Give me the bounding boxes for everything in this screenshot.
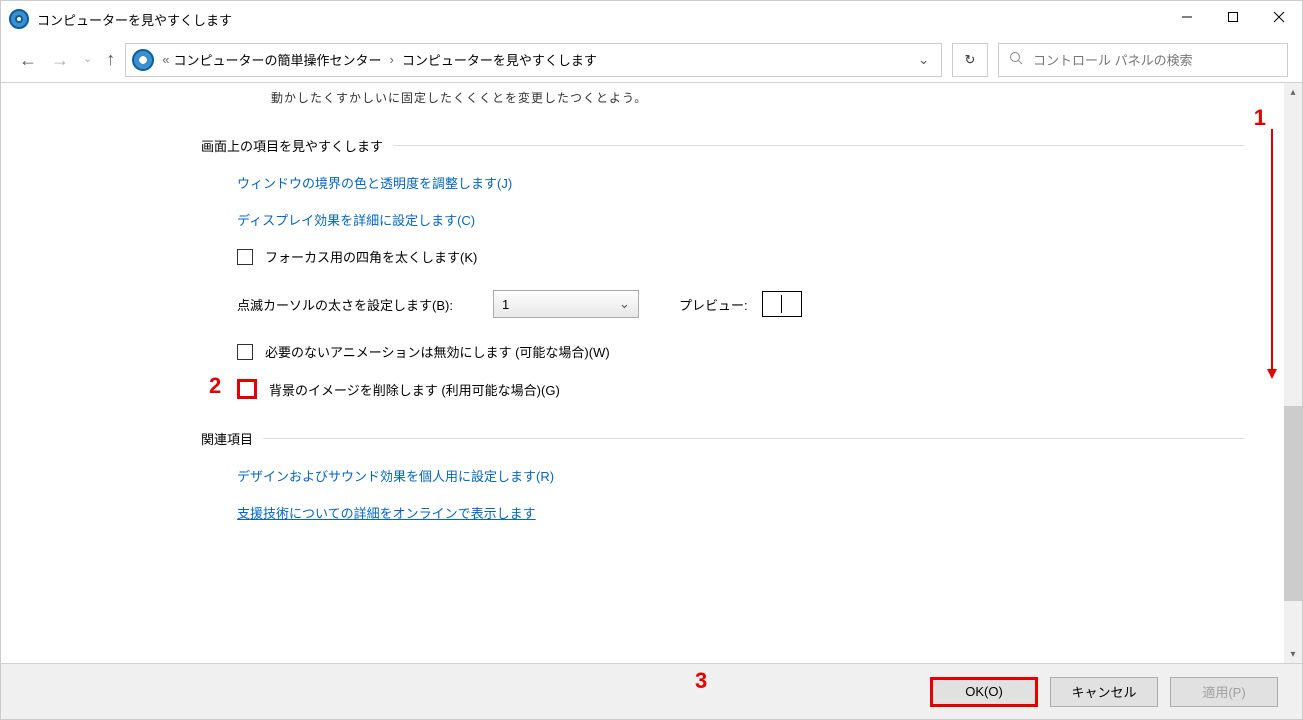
section-divider <box>393 145 1244 146</box>
section-title: 画面上の項目を見やすくします <box>201 136 383 155</box>
search-icon <box>1009 51 1023 68</box>
chevron-right-icon: › <box>389 52 393 67</box>
row-cursor-thickness: 点滅カーソルの太さを設定します(B): 1 ⌄ プレビュー: <box>237 290 1244 318</box>
checkbox-disable-animations[interactable] <box>237 344 253 360</box>
scroll-up-button[interactable]: ▴ <box>1284 83 1302 101</box>
section-body: ウィンドウの境界の色と透明度を調整します(J) ディスプレイ効果を詳細に設定しま… <box>201 173 1244 399</box>
annotation-3: 3 <box>695 668 707 694</box>
link-window-border[interactable]: ウィンドウの境界の色と透明度を調整します(J) <box>237 173 1244 192</box>
footer: 3 OK(O) キャンセル 適用(P) <box>1 663 1302 719</box>
search-input[interactable]: コントロール パネルの検索 <box>998 43 1288 77</box>
label-preview: プレビュー: <box>679 295 748 314</box>
breadcrumb-seg-1[interactable]: コンピューターの簡単操作センター <box>173 50 381 69</box>
section-body-related: デザインおよびサウンド効果を個人用に設定します(R) 支援技術についての詳細をオ… <box>201 466 1244 522</box>
scroll-down-button[interactable]: ▾ <box>1284 645 1302 663</box>
toolbar: ← → ⌄ ↑ « コンピューターの簡単操作センター › コンピューターを見やす… <box>1 37 1302 83</box>
link-assistive-tech[interactable]: 支援技術についての詳細をオンラインで表示します <box>237 503 1244 522</box>
checkbox-focus-rect[interactable] <box>237 249 253 265</box>
up-button[interactable]: ↑ <box>106 49 115 70</box>
breadcrumb-prefix: « <box>162 52 169 67</box>
content-area: 動かしたくすかしいに固定したくくくとを変更したつくとよう。 画面上の項目を見やす… <box>1 83 1302 663</box>
content: 動かしたくすかしいに固定したくくくとを変更したつくとよう。 画面上の項目を見やす… <box>1 83 1284 663</box>
maximize-button[interactable] <box>1210 1 1256 33</box>
label-disable-animations: 必要のないアニメーションは無効にします (可能な場合)(W) <box>265 342 610 361</box>
section-related: 関連項目 デザインおよびサウンド効果を個人用に設定します(R) 支援技術について… <box>201 429 1244 522</box>
label-focus-rect: フォーカス用の四角を太くします(K) <box>265 247 477 266</box>
ok-button-label: OK(O) <box>965 684 1003 699</box>
breadcrumb[interactable]: « コンピューターの簡単操作センター › コンピューターを見やすくします ⌄ <box>125 43 942 77</box>
annotation-arrow-1 <box>1267 129 1277 379</box>
breadcrumb-seg-2[interactable]: コンピューターを見やすくします <box>402 50 597 69</box>
chevron-down-icon: ⌄ <box>619 296 630 312</box>
window-root: コンピューターを見やすくします ← → ⌄ ↑ « コンピューターの簡単操作セン… <box>0 0 1303 720</box>
nav-arrows: ← → ⌄ ↑ <box>19 49 115 70</box>
recent-dropdown-icon[interactable]: ⌄ <box>83 54 92 65</box>
breadcrumb-icon <box>132 49 154 71</box>
row-disable-animations: 必要のないアニメーションは無効にします (可能な場合)(W) <box>237 342 1244 361</box>
ok-button[interactable]: OK(O) <box>930 677 1038 707</box>
cancel-button[interactable]: キャンセル <box>1050 677 1158 707</box>
partial-text-top: 動かしたくすかしいに固定したくくくとを変更したつくとよう。 <box>271 89 1244 106</box>
row-remove-bg: 2 背景のイメージを削除します (利用可能な場合)(G) <box>237 379 1244 399</box>
app-icon <box>9 9 29 29</box>
cancel-button-label: キャンセル <box>1071 682 1136 701</box>
link-display-effects[interactable]: ディスプレイ効果を詳細に設定します(C) <box>237 210 1244 229</box>
window-title: コンピューターを見やすくします <box>37 10 1164 29</box>
forward-button[interactable]: → <box>51 51 69 69</box>
row-focus-rect: フォーカス用の四角を太くします(K) <box>237 247 1244 266</box>
section-display-items: 画面上の項目を見やすくします ウィンドウの境界の色と透明度を調整します(J) デ… <box>201 136 1244 399</box>
close-button[interactable] <box>1256 1 1302 33</box>
apply-button[interactable]: 適用(P) <box>1170 677 1278 707</box>
window-controls <box>1164 1 1302 37</box>
vertical-scrollbar[interactable]: ▴ ▾ <box>1284 83 1302 663</box>
checkbox-remove-bg[interactable] <box>237 379 257 399</box>
minimize-button[interactable] <box>1164 1 1210 33</box>
search-placeholder: コントロール パネルの検索 <box>1033 50 1193 69</box>
label-cursor-thickness: 点滅カーソルの太さを設定します(B): <box>237 295 453 314</box>
annotation-1: 1 <box>1254 105 1266 131</box>
section-header-related: 関連項目 <box>201 429 1244 448</box>
select-value: 1 <box>502 297 509 312</box>
cursor-preview-line <box>781 295 782 313</box>
section-header: 画面上の項目を見やすくします <box>201 136 1244 155</box>
titlebar: コンピューターを見やすくします <box>1 1 1302 37</box>
section-divider <box>263 438 1244 439</box>
refresh-button[interactable]: ↻ <box>952 43 988 77</box>
apply-button-label: 適用(P) <box>1202 682 1245 701</box>
back-button[interactable]: ← <box>19 51 37 69</box>
cursor-preview <box>762 291 802 317</box>
section-title-related: 関連項目 <box>201 429 253 448</box>
refresh-icon: ↻ <box>965 52 976 68</box>
link-personalize[interactable]: デザインおよびサウンド効果を個人用に設定します(R) <box>237 466 1244 485</box>
label-remove-bg: 背景のイメージを削除します (利用可能な場合)(G) <box>269 380 560 399</box>
select-cursor-thickness[interactable]: 1 ⌄ <box>493 290 639 318</box>
breadcrumb-dropdown-icon[interactable]: ⌄ <box>910 52 937 68</box>
scroll-thumb[interactable] <box>1284 406 1302 602</box>
scroll-track[interactable] <box>1284 101 1302 645</box>
annotation-2: 2 <box>209 373 221 399</box>
